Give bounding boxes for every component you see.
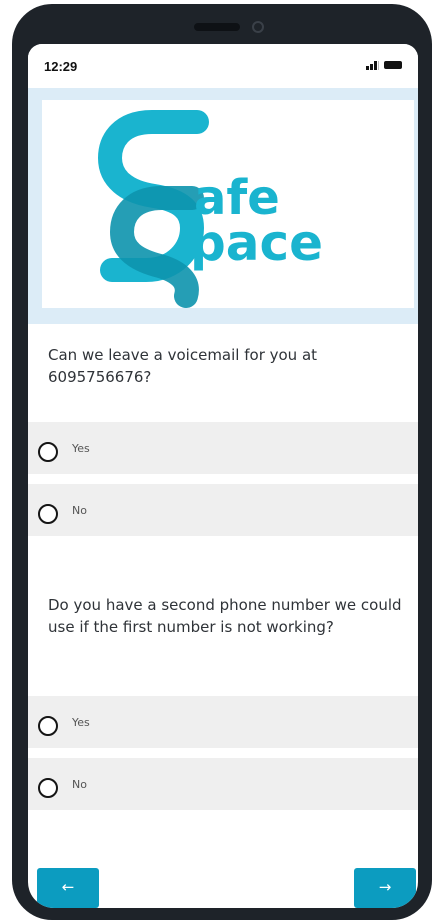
- signal-bars-icon: [366, 60, 380, 70]
- status-time: 12:29: [44, 59, 78, 74]
- arrow-left-icon: ←: [61, 878, 75, 896]
- radio-button-icon[interactable]: [38, 716, 58, 736]
- option-label: No: [72, 778, 87, 791]
- option-second-phone-yes[interactable]: Yes: [28, 696, 418, 748]
- battery-icon: [384, 61, 402, 69]
- radio-button-icon[interactable]: [38, 504, 58, 524]
- mute-switch: [12, 112, 18, 144]
- volume-up-button: [12, 178, 18, 232]
- status-bar: 12:29: [28, 44, 418, 88]
- option-voicemail-no[interactable]: No: [28, 484, 418, 536]
- header-band: afe pace: [28, 88, 418, 324]
- phone-screen: 12:29 afe pace Can we leave a voicemail …: [28, 44, 418, 908]
- back-button[interactable]: ←: [37, 868, 99, 908]
- radio-button-icon[interactable]: [38, 442, 58, 462]
- option-voicemail-yes[interactable]: Yes: [28, 422, 418, 474]
- next-button[interactable]: →: [354, 868, 416, 908]
- speaker-grille: [194, 23, 240, 31]
- question-second-phone: Do you have a second phone number we cou…: [48, 596, 402, 636]
- radio-button-icon[interactable]: [38, 778, 58, 798]
- option-label: Yes: [72, 716, 90, 729]
- logo-text-line2: pace: [190, 214, 324, 272]
- volume-down-button: [12, 248, 18, 302]
- option-second-phone-no[interactable]: No: [28, 758, 418, 810]
- front-camera: [252, 21, 264, 33]
- arrow-right-icon: →: [378, 878, 392, 896]
- logo: afe pace: [42, 100, 414, 308]
- question-voicemail: Can we leave a voicemail for you at 6095…: [48, 346, 318, 386]
- option-label: Yes: [72, 442, 90, 455]
- phone-frame: 12:29 afe pace Can we leave a voicemail …: [12, 4, 432, 920]
- option-label: No: [72, 504, 87, 517]
